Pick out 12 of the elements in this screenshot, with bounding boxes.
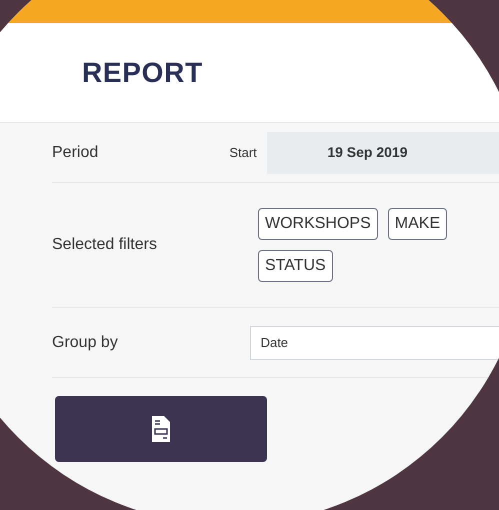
group-by-select[interactable]: Date [250, 326, 499, 360]
filters-label: Selected filters [52, 235, 158, 255]
start-label: Start [229, 144, 258, 162]
filter-tag[interactable]: STATUS [258, 250, 333, 282]
period-label: Period [52, 142, 100, 162]
group-by-label: Group by [52, 332, 119, 352]
export-button[interactable] [55, 396, 267, 462]
document-icon [151, 415, 171, 443]
filter-tag[interactable]: MAKE [388, 208, 448, 240]
start-date-field[interactable]: 19 Sep 2019 [267, 132, 499, 174]
filter-tag[interactable]: WORKSHOPS [258, 208, 378, 240]
report-title: REPORT [82, 56, 203, 90]
